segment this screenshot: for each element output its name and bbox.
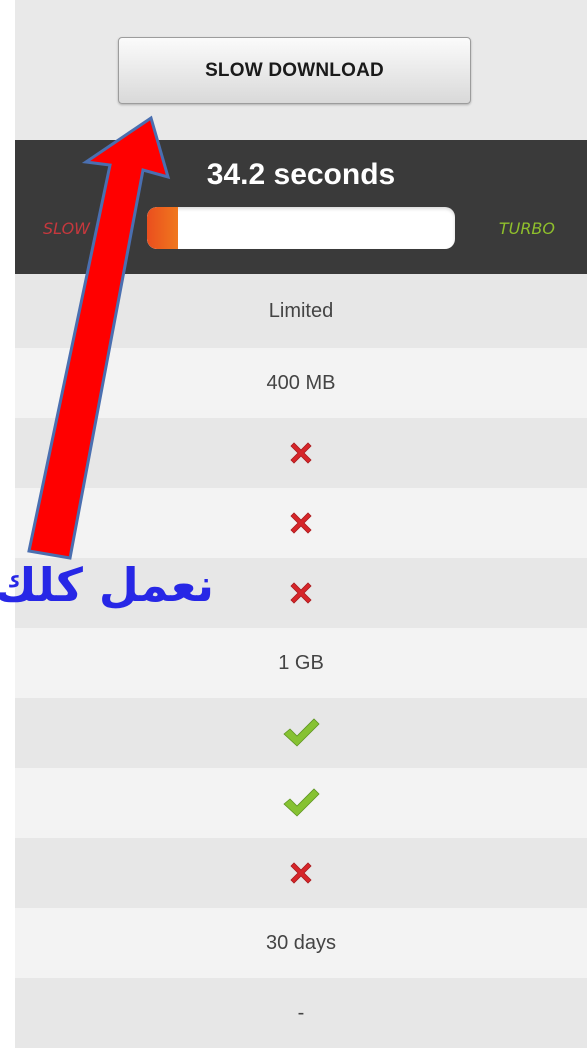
feature-row [15, 768, 587, 838]
feature-value: Limited [268, 299, 334, 322]
cross-icon [290, 862, 312, 884]
feature-row [15, 698, 587, 768]
speed-bar [147, 207, 455, 249]
feature-row [15, 838, 587, 908]
check-icon [283, 788, 320, 817]
download-time: 34.2 seconds [206, 158, 396, 191]
speed-meter: 34.2 seconds SLOW TURBO [15, 140, 587, 274]
feature-value: 30 days [265, 931, 337, 954]
turbo-label: TURBO [498, 219, 555, 238]
check-icon [283, 718, 320, 747]
feature-rows: Limited 400 MB 1 GB 30 days - [15, 274, 587, 1048]
annotation-text: نعمل كلك [0, 558, 214, 612]
feature-row [15, 418, 587, 488]
annotation-clip: نعمل كلك [0, 540, 214, 630]
feature-value: 400 MB [266, 371, 336, 394]
cross-icon [290, 512, 312, 534]
plan-panel: SLOW DOWNLOAD 34.2 seconds SLOW TURBO Li… [15, 0, 587, 1048]
feature-row: 1 GB [15, 628, 587, 698]
cross-icon [290, 442, 312, 464]
feature-value: 1 GB [278, 651, 324, 674]
feature-row: Limited [15, 274, 587, 348]
feature-row: 400 MB [15, 348, 587, 418]
cross-icon [290, 582, 312, 604]
feature-value: - [297, 1001, 305, 1024]
feature-row: 30 days [15, 908, 587, 978]
slow-download-button[interactable]: SLOW DOWNLOAD [118, 37, 471, 104]
button-area: SLOW DOWNLOAD [15, 0, 587, 140]
speed-bar-fill [147, 207, 178, 249]
slow-label: SLOW [43, 219, 90, 238]
